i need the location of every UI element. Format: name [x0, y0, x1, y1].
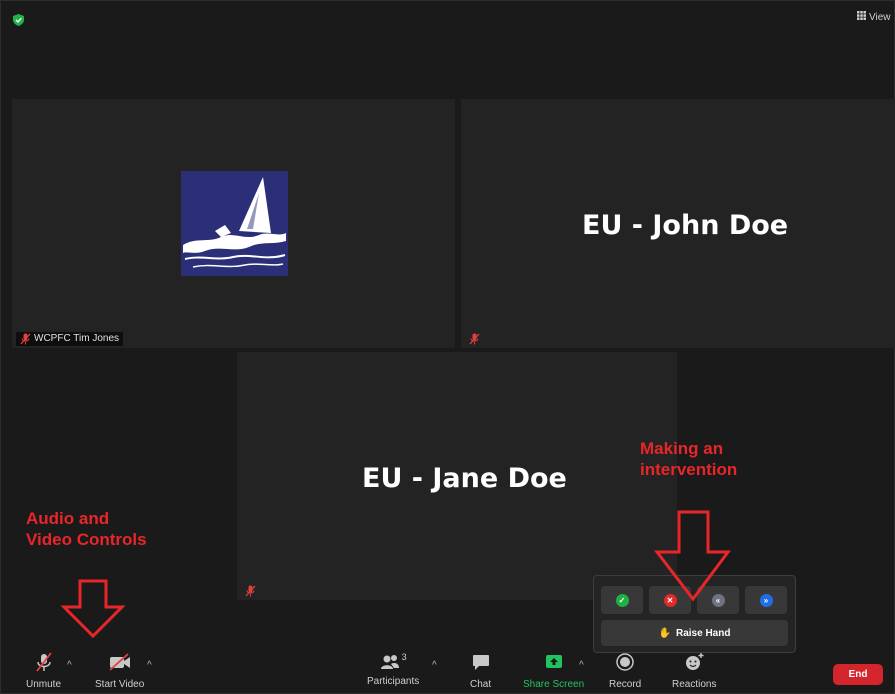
participant-display-name: EU - John Doe — [582, 210, 789, 241]
participant-name-tag — [241, 584, 260, 598]
participants-button[interactable]: 3 Participants — [367, 652, 419, 687]
muted-mic-icon — [245, 585, 256, 597]
annotation-line: Audio and — [26, 509, 110, 528]
participants-count: 3 — [401, 652, 407, 662]
down-arrow-annotation-icon — [652, 510, 732, 607]
muted-mic-icon — [469, 333, 480, 345]
security-shield-icon[interactable] — [13, 13, 24, 26]
start-video-button[interactable]: Start Video — [95, 652, 144, 690]
audio-options-caret-icon[interactable]: ^ — [67, 660, 72, 671]
record-icon — [615, 652, 635, 675]
chat-icon — [471, 652, 491, 675]
down-arrow-annotation-icon — [60, 579, 126, 644]
start-video-label: Start Video — [95, 679, 145, 690]
yes-reaction-button[interactable]: ✓ — [601, 586, 643, 614]
unmute-button[interactable]: Unmute — [26, 652, 61, 690]
check-icon: ✓ — [615, 593, 629, 607]
end-meeting-button[interactable]: End — [833, 664, 883, 685]
muted-mic-icon — [34, 652, 54, 675]
video-tile-tim-jones[interactable]: WCPFC Tim Jones — [12, 99, 455, 348]
go-faster-button[interactable]: » — [745, 586, 787, 614]
unmute-label: Unmute — [26, 679, 62, 690]
grid-view-icon — [857, 11, 866, 23]
share-options-caret-icon[interactable]: ^ — [579, 660, 584, 671]
reactions-label: Reactions — [672, 679, 717, 690]
participants-options-caret-icon[interactable]: ^ — [432, 660, 437, 671]
annotation-audio-video: Audio and Video Controls — [26, 508, 147, 550]
view-label: View — [869, 11, 891, 23]
video-tile-jane-doe[interactable]: EU - Jane Doe — [237, 352, 677, 600]
annotation-line: Making an — [640, 439, 724, 458]
muted-mic-icon — [20, 333, 31, 345]
smiley-plus-icon — [683, 652, 705, 675]
wcpfc-logo — [181, 171, 288, 276]
participants-icon: 3 — [380, 652, 407, 672]
view-button[interactable]: View — [857, 11, 891, 23]
fast-forward-icon: » — [759, 593, 773, 607]
share-screen-label: Share Screen — [523, 679, 585, 690]
annotation-line: Video Controls — [26, 530, 147, 549]
participant-name-label: WCPFC Tim Jones — [34, 333, 120, 344]
video-tile-john-doe[interactable]: EU - John Doe — [461, 99, 895, 348]
reactions-button[interactable]: Reactions — [672, 652, 716, 690]
video-off-icon — [108, 652, 132, 675]
annotation-line: intervention — [640, 460, 738, 479]
record-button[interactable]: Record — [609, 652, 641, 690]
chat-button[interactable]: Chat — [470, 652, 491, 690]
raise-hand-button[interactable]: ✋ Raise Hand — [601, 620, 788, 646]
participant-name-tag: WCPFC Tim Jones — [16, 332, 124, 346]
participants-label: Participants — [367, 676, 420, 687]
participant-display-name: EU - Jane Doe — [362, 463, 567, 494]
raise-hand-label: Raise Hand — [675, 627, 731, 639]
video-options-caret-icon[interactable]: ^ — [147, 660, 152, 671]
share-screen-button[interactable]: Share Screen — [523, 652, 584, 690]
share-screen-icon — [544, 652, 564, 675]
participant-name-tag — [465, 332, 484, 346]
hand-icon: ✋ — [658, 627, 671, 639]
annotation-intervention: Making an intervention — [640, 438, 737, 480]
record-label: Record — [609, 679, 642, 690]
chat-label: Chat — [470, 679, 492, 690]
